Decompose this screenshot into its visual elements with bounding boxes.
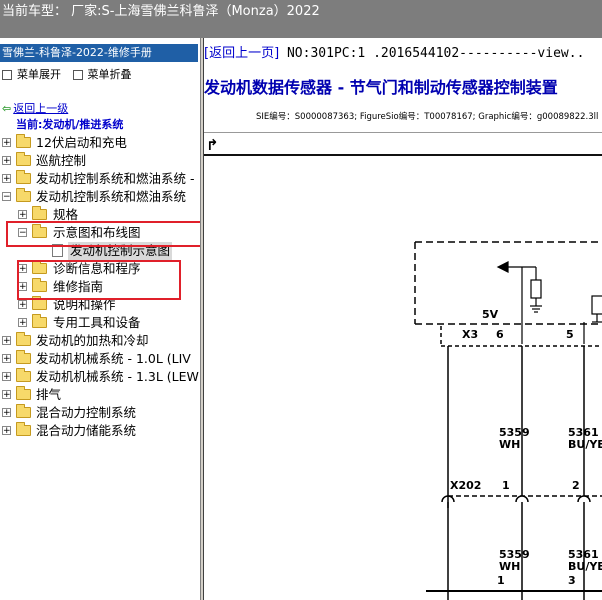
wire-color-label: BU/YE: [568, 438, 602, 451]
wiring-diagram: 5V X3 6 5 5359 WH 5361 BU/YE X202 1 2 53…: [414, 241, 602, 600]
doc-number: NO:301PC:1 .2016544102----------view..: [279, 46, 585, 61]
back-arrow-icon: ⇦: [2, 102, 12, 115]
highlight-box-schematic: [17, 260, 181, 300]
folder-icon: [32, 296, 47, 310]
folder-icon: [16, 152, 31, 166]
current-location: 当前:发动机/推进系统: [16, 118, 124, 131]
folder-icon: [16, 386, 31, 400]
open-folder-icon: [16, 188, 31, 202]
pin-label: 1: [502, 479, 510, 492]
folder-icon: [16, 350, 31, 364]
expand-plus-icon[interactable]: +: [2, 336, 11, 346]
forward-arrow-icon[interactable]: ↱: [206, 136, 219, 154]
expand-plus-icon[interactable]: +: [2, 426, 11, 436]
window-title-bar: 当前车型： 厂家:S-上海雪佛兰科鲁泽（Monza）2022: [0, 0, 602, 38]
expand-plus-icon[interactable]: +: [2, 372, 11, 382]
wire-color-label: BU/YE: [568, 560, 602, 573]
connector-x3-label: X3: [462, 328, 478, 341]
expand-plus-icon[interactable]: +: [2, 408, 11, 418]
pin-label: 1: [497, 574, 505, 587]
menu-expand-button[interactable]: 菜单展开: [0, 66, 61, 82]
folder-icon: [16, 332, 31, 346]
expand-plus-icon[interactable]: +: [2, 390, 11, 400]
expand-plus-icon[interactable]: +: [2, 156, 11, 166]
expand-plus-icon[interactable]: +: [18, 300, 27, 310]
voltage-label: 5V: [482, 308, 499, 321]
expand-plus-icon[interactable]: +: [2, 138, 11, 148]
pin-label: 3: [568, 574, 576, 587]
expand-plus-icon[interactable]: +: [2, 354, 11, 364]
document-ids: SIE编号：S0000087363; FigureSio编号：T00078167…: [256, 112, 599, 122]
collapse-minus-icon[interactable]: −: [2, 192, 11, 202]
wire-color-label: WH: [499, 560, 520, 573]
manual-header: 雪佛兰-科鲁泽-2022-维修手册: [0, 44, 198, 62]
expand-plus-icon[interactable]: +: [2, 174, 11, 184]
vehicle-title: 当前车型： 厂家:S-上海雪佛兰科鲁泽（Monza）2022: [2, 4, 320, 19]
module-dashed-box: [414, 241, 602, 347]
collapse-icon: [72, 70, 83, 80]
folder-icon: [16, 422, 31, 436]
expand-icon: [2, 70, 12, 80]
folder-icon: [32, 206, 47, 220]
connector-x202-label: X202: [450, 479, 481, 492]
doc-nav-row: [返回上一页] NO:301PC:1 .2016544102----------…: [204, 42, 584, 61]
folder-icon: [16, 134, 31, 148]
folder-icon: [16, 404, 31, 418]
expand-plus-icon[interactable]: +: [18, 210, 27, 220]
bottom-component-edge: [426, 590, 602, 592]
back-up-level-link[interactable]: ⇦ 返回上一级: [2, 100, 68, 116]
pin-label: 2: [572, 479, 580, 492]
folder-icon: [16, 170, 31, 184]
menu-collapse-button[interactable]: 菜单折叠: [71, 66, 132, 82]
content-pane: [返回上一页] NO:301PC:1 .2016544102----------…: [204, 38, 602, 600]
document-title: 发动机数据传感器 - 节气门和制动传感器控制装置: [204, 78, 558, 97]
internal-circuit: [496, 261, 602, 344]
folder-icon: [16, 368, 31, 382]
back-page-link[interactable]: [返回上一页]: [204, 46, 279, 61]
menu-toolbar: 菜单展开 菜单折叠: [0, 66, 138, 82]
navigation-pane: 雪佛兰-科鲁泽-2022-维修手册 菜单展开 菜单折叠 ⇦ 返回上一级 当前:发动…: [0, 38, 200, 600]
pin-label: 6: [496, 328, 504, 341]
highlight-box-engine-control: [6, 221, 200, 247]
expand-plus-icon[interactable]: +: [18, 318, 27, 328]
divider: [204, 132, 602, 133]
wire-color-label: WH: [499, 438, 520, 451]
folder-icon: [32, 314, 47, 328]
pin-label: 5: [566, 328, 574, 341]
